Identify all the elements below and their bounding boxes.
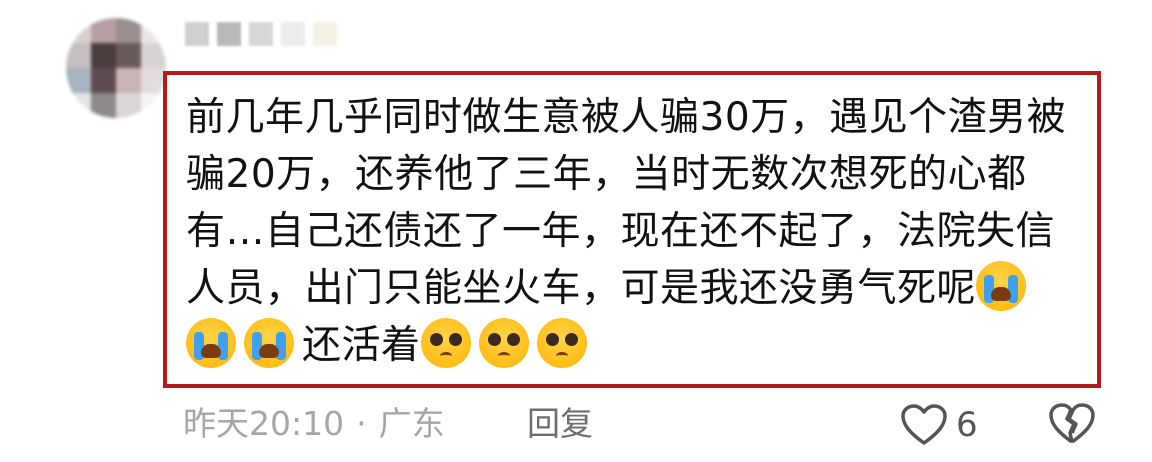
- loudly-crying-face-icon: [976, 261, 1027, 311]
- loudly-crying-face-icon: [186, 318, 236, 368]
- comment-body: 前几年几乎同时做生意被人骗30万，遇见个渣男被骗20万，还养他了三年，当时无数次…: [186, 95, 1067, 311]
- like-button[interactable]: 6: [900, 402, 978, 448]
- like-count: 6: [956, 405, 978, 445]
- pleading-face-icon: [420, 318, 471, 368]
- comment-meta: 昨天20:10 · 广东: [183, 400, 445, 448]
- loudly-crying-face-icon: [244, 318, 294, 368]
- reply-button[interactable]: 回复: [527, 400, 593, 448]
- comment-time: 昨天20:10: [183, 404, 345, 443]
- username-blurred[interactable]: [185, 22, 345, 50]
- dislike-button[interactable]: [1048, 402, 1096, 448]
- avatar[interactable]: [66, 18, 166, 118]
- comment-tail: 还活着: [302, 323, 421, 368]
- broken-heart-icon: [1049, 403, 1095, 444]
- comment-highlight-box: 前几年几乎同时做生意被人骗30万，遇见个渣男被骗20万，还养他了三年，当时无数次…: [163, 71, 1101, 388]
- comment-text: 前几年几乎同时做生意被人骗30万，遇见个渣男被骗20万，还养他了三年，当时无数次…: [186, 89, 1086, 374]
- heart-outline-icon: [901, 404, 947, 445]
- pleading-face-icon: [536, 318, 587, 368]
- comment-location: 广东: [378, 404, 445, 443]
- meta-separator: ·: [356, 404, 367, 443]
- pleading-face-icon: [478, 318, 529, 368]
